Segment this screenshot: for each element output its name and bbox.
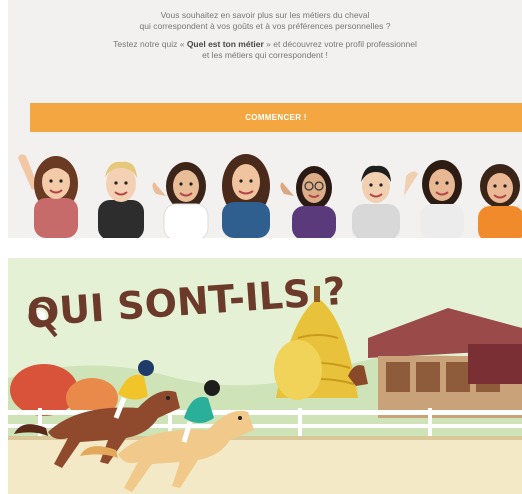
avatar — [18, 154, 78, 238]
intro-line-1: Vous souhaitez en savoir plus sur les mé… — [160, 10, 370, 20]
avatar — [152, 162, 209, 238]
avatar — [352, 165, 418, 238]
intro-line-4: et les métiers qui correspondent ! — [202, 50, 328, 60]
avatar — [280, 166, 336, 238]
start-quiz-button[interactable]: COMMENCER ! — [30, 103, 522, 132]
quiz-name: Quel est ton métier — [186, 39, 264, 49]
horse-race-illustration: QUI SONT-ILS ? — [8, 258, 522, 494]
avatar — [98, 161, 144, 238]
intro-line-3: Testez notre quiz « Quel est ton métier … — [8, 39, 522, 50]
quiz-intro: Vous souhaitez en savoir plus sur les mé… — [8, 10, 522, 61]
avatar — [420, 160, 464, 238]
illustration-banner: QUI SONT-ILS ? — [8, 258, 522, 494]
intro-line-3-start: Testez notre quiz « — [113, 39, 187, 49]
intro-line-2: qui correspondent à vos goûts et à vos p… — [139, 21, 391, 31]
intro-line-3-end: » et découvrez votre profil professionne… — [263, 39, 417, 49]
quiz-panel: Vous souhaitez en savoir plus sur les mé… — [8, 0, 522, 238]
avatar — [478, 164, 522, 238]
avatar-row — [18, 154, 522, 238]
avatar — [222, 154, 270, 238]
